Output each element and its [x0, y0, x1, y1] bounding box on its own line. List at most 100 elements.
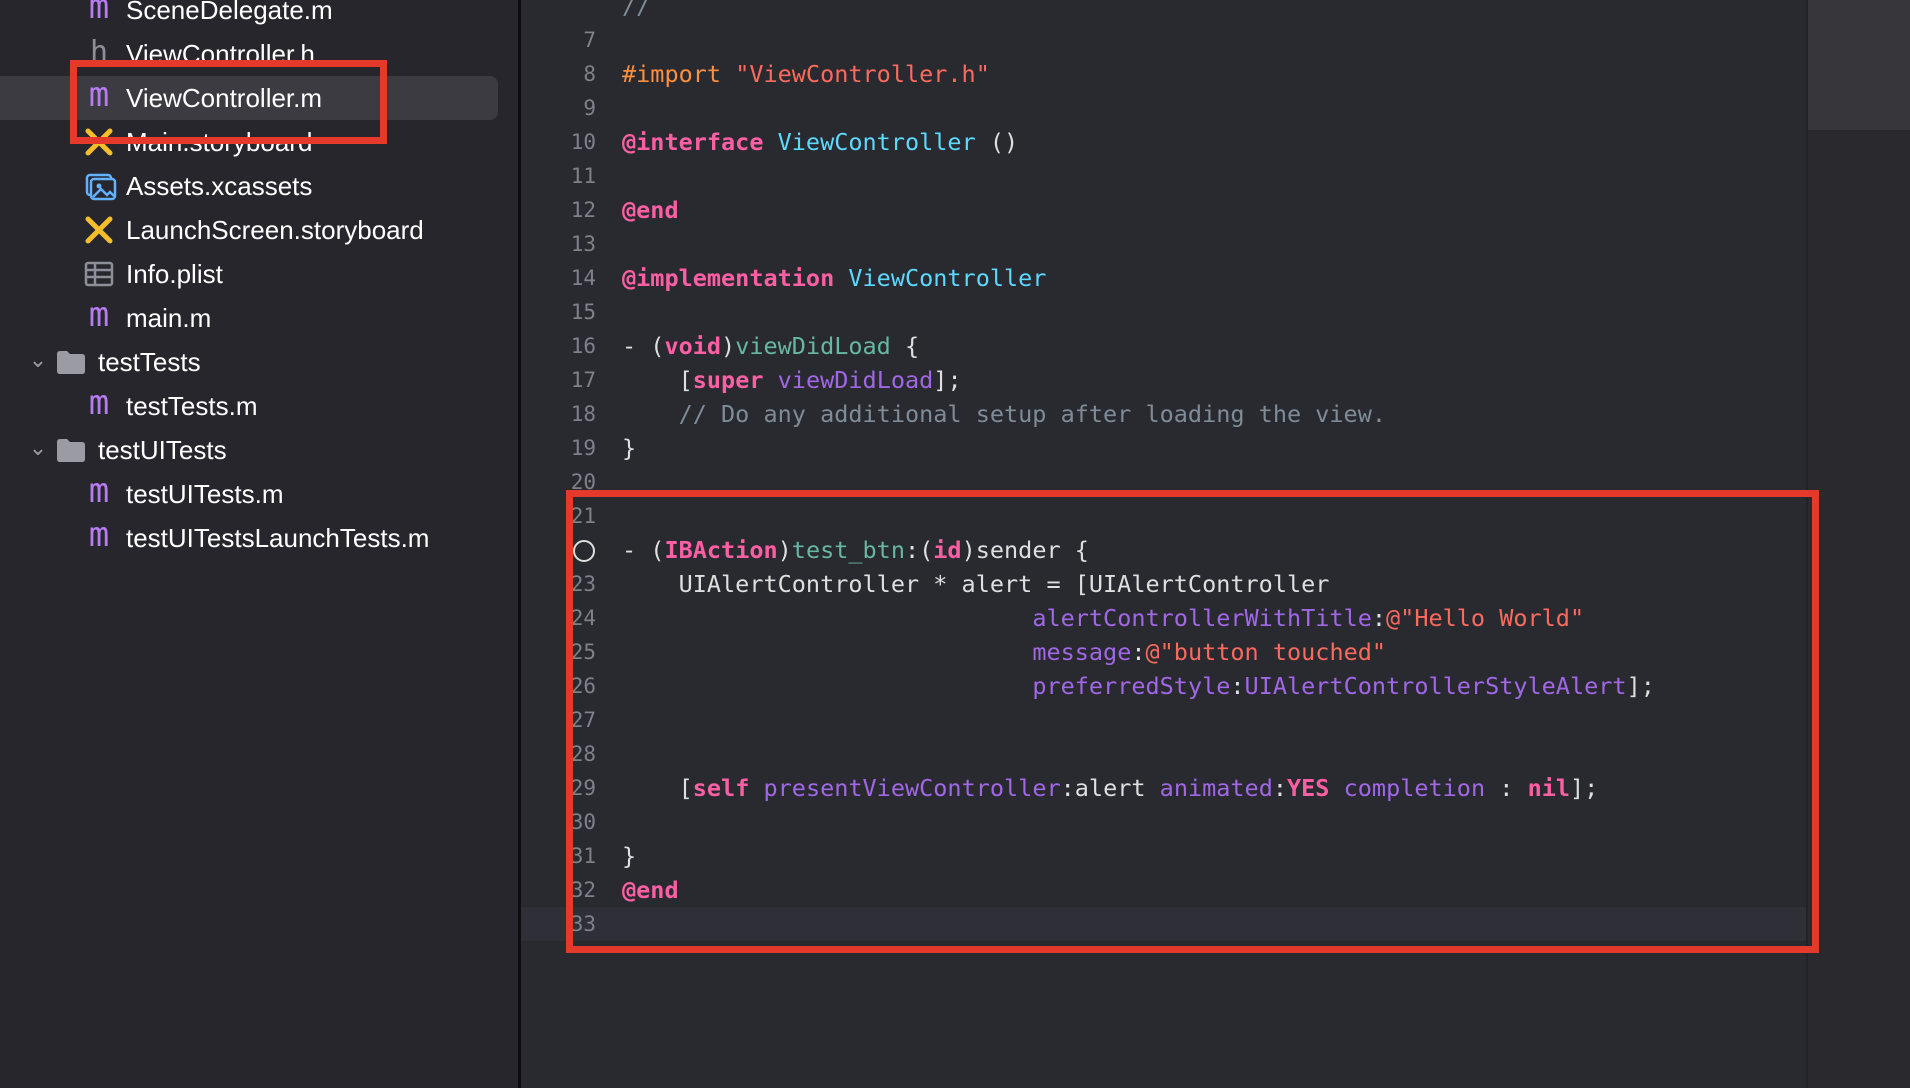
code-line[interactable]: 21: [521, 499, 1806, 533]
code-line[interactable]: 28: [521, 737, 1806, 771]
storyboard-icon: [83, 214, 115, 246]
navigator-item-testtests-m[interactable]: m testTests.m: [0, 384, 520, 428]
line-number[interactable]: 11: [521, 159, 596, 193]
navigator-item-viewcontroller-m[interactable]: m ViewController.m: [0, 76, 520, 120]
code-line[interactable]: 33: [521, 907, 1806, 941]
code-line[interactable]: 10 @interface ViewController (): [521, 125, 1806, 159]
code-token: }: [622, 434, 637, 462]
code-token: @"Hello World": [1386, 604, 1585, 632]
line-number[interactable]: 19: [521, 431, 596, 465]
navigator-item-main-storyboard[interactable]: Main.storyboard: [0, 120, 520, 164]
navigator-item-testuitests-m[interactable]: m testUITests.m: [0, 472, 520, 516]
code-line[interactable]: 17 [super viewDidLoad];: [521, 363, 1806, 397]
line-number[interactable]: 20: [521, 465, 596, 499]
code-line[interactable]: 13: [521, 227, 1806, 261]
code-line[interactable]: 18 // Do any additional setup after load…: [521, 397, 1806, 431]
code-line[interactable]: 16 - (void)viewDidLoad {: [521, 329, 1806, 363]
code-token: :: [1485, 774, 1528, 802]
code-token: self: [692, 774, 750, 802]
code-line[interactable]: 11: [521, 159, 1806, 193]
line-number[interactable]: 30: [521, 805, 596, 839]
assets-icon: [83, 170, 117, 202]
code-token: nil: [1527, 774, 1571, 802]
code-line[interactable]: 9: [521, 91, 1806, 125]
line-number[interactable]: 24: [521, 601, 596, 635]
code-line[interactable]: 23 UIAlertController * alert = [UIAlertC…: [521, 567, 1806, 601]
line-number[interactable]: 32: [521, 873, 596, 907]
code-token: // Do any additional setup after loading…: [622, 400, 1387, 428]
line-number[interactable]: 9: [521, 91, 596, 125]
code-line[interactable]: 27: [521, 703, 1806, 737]
line-number[interactable]: 17: [521, 363, 596, 397]
navigator-item-label: testTests.m: [126, 391, 258, 421]
line-number[interactable]: 18: [521, 397, 596, 431]
code-line[interactable]: 31}: [521, 839, 1806, 873]
code-line[interactable]: 24 alertControllerWithTitle:@"Hello Worl…: [521, 601, 1806, 635]
code-line[interactable]: 26 preferredStyle:UIAlertControllerStyle…: [521, 669, 1806, 703]
code-line[interactable]: 15: [521, 295, 1806, 329]
line-number[interactable]: 7: [521, 23, 596, 57]
line-number[interactable]: 8: [521, 57, 596, 91]
code-token: [: [622, 774, 693, 802]
code-token: (): [975, 128, 1019, 156]
navigator-item-testuitests[interactable]: ⌄ testUITests: [0, 428, 520, 472]
line-number[interactable]: 16: [521, 329, 596, 363]
code-line[interactable]: //: [521, 0, 1806, 23]
line-number[interactable]: 29: [521, 771, 596, 805]
code-token: }: [622, 842, 637, 870]
code-line[interactable]: 8 #import "ViewController.h": [521, 57, 1806, 91]
code-editor[interactable]: // 7 8 #import "ViewController.h" 9 10 @interf…: [521, 0, 1806, 1088]
navigator-item-main-m[interactable]: m main.m: [0, 296, 520, 340]
code-line[interactable]: 20: [521, 465, 1806, 499]
code-line[interactable]: 32 @end: [521, 873, 1806, 907]
code-token: id: [933, 536, 962, 564]
navigator-item-assets-xcassets[interactable]: Assets.xcassets: [0, 164, 520, 208]
line-number[interactable]: 23: [521, 567, 596, 601]
code-line[interactable]: 12 @end: [521, 193, 1806, 227]
chevron-down-icon[interactable]: ⌄: [25, 436, 51, 462]
code-token: preferredStyle: [1032, 672, 1231, 700]
navigator-item-testuitestslaunchtests-m[interactable]: m testUITestsLaunchTests.m: [0, 516, 520, 560]
code-line[interactable]: 29 [self presentViewController:alert ani…: [521, 771, 1806, 805]
m-file-icon: m: [88, 383, 110, 423]
code-line[interactable]: 30: [521, 805, 1806, 839]
line-number[interactable]: 21: [521, 499, 596, 533]
line-number[interactable]: 14: [521, 261, 596, 295]
line-number[interactable]: 25: [521, 635, 596, 669]
code-token: void: [664, 332, 722, 360]
line-number[interactable]: 15: [521, 295, 596, 329]
code-token: - (: [622, 332, 665, 360]
ibaction-connection-icon[interactable]: [573, 540, 595, 562]
navigator-item-label: testUITests.m: [126, 479, 284, 509]
code-line[interactable]: 25 message:@"button touched": [521, 635, 1806, 669]
code-line[interactable]: 7: [521, 23, 1806, 57]
m-file-icon: m: [88, 295, 110, 335]
line-number[interactable]: 13: [521, 227, 596, 261]
minimap-viewport[interactable]: [1808, 0, 1910, 130]
navigator-item-launchscreen-storyboard[interactable]: LaunchScreen.storyboard: [0, 208, 520, 252]
navigator-item-testtests[interactable]: ⌄ testTests: [0, 340, 520, 384]
code-text: //: [622, 0, 650, 23]
line-number[interactable]: 28: [521, 737, 596, 771]
code-line[interactable]: 19}: [521, 431, 1806, 465]
line-number[interactable]: 31: [521, 839, 596, 873]
line-number[interactable]: 33: [521, 907, 596, 941]
line-number[interactable]: 26: [521, 669, 596, 703]
navigator-item-viewcontroller-h[interactable]: h ViewController.h: [0, 32, 520, 76]
code-text: - (IBAction)test_btn:(id)sender {: [622, 533, 1089, 567]
code-token: super: [692, 366, 764, 394]
code-token: viewDidLoad: [777, 366, 934, 394]
navigator-item-info-plist[interactable]: Info.plist: [0, 252, 520, 296]
chevron-down-icon[interactable]: ⌄: [25, 348, 51, 374]
code-line[interactable]: - (IBAction)test_btn:(id)sender {: [521, 533, 1806, 567]
line-number[interactable]: 27: [521, 703, 596, 737]
line-number[interactable]: 12: [521, 193, 596, 227]
code-line[interactable]: 14 @implementation ViewController: [521, 261, 1806, 295]
line-number[interactable]: 10: [521, 125, 596, 159]
code-token: IBAction: [664, 536, 778, 564]
minimap[interactable]: [1806, 0, 1910, 1088]
navigator-item-scenedelegate-m[interactable]: m SceneDelegate.m: [0, 0, 520, 32]
